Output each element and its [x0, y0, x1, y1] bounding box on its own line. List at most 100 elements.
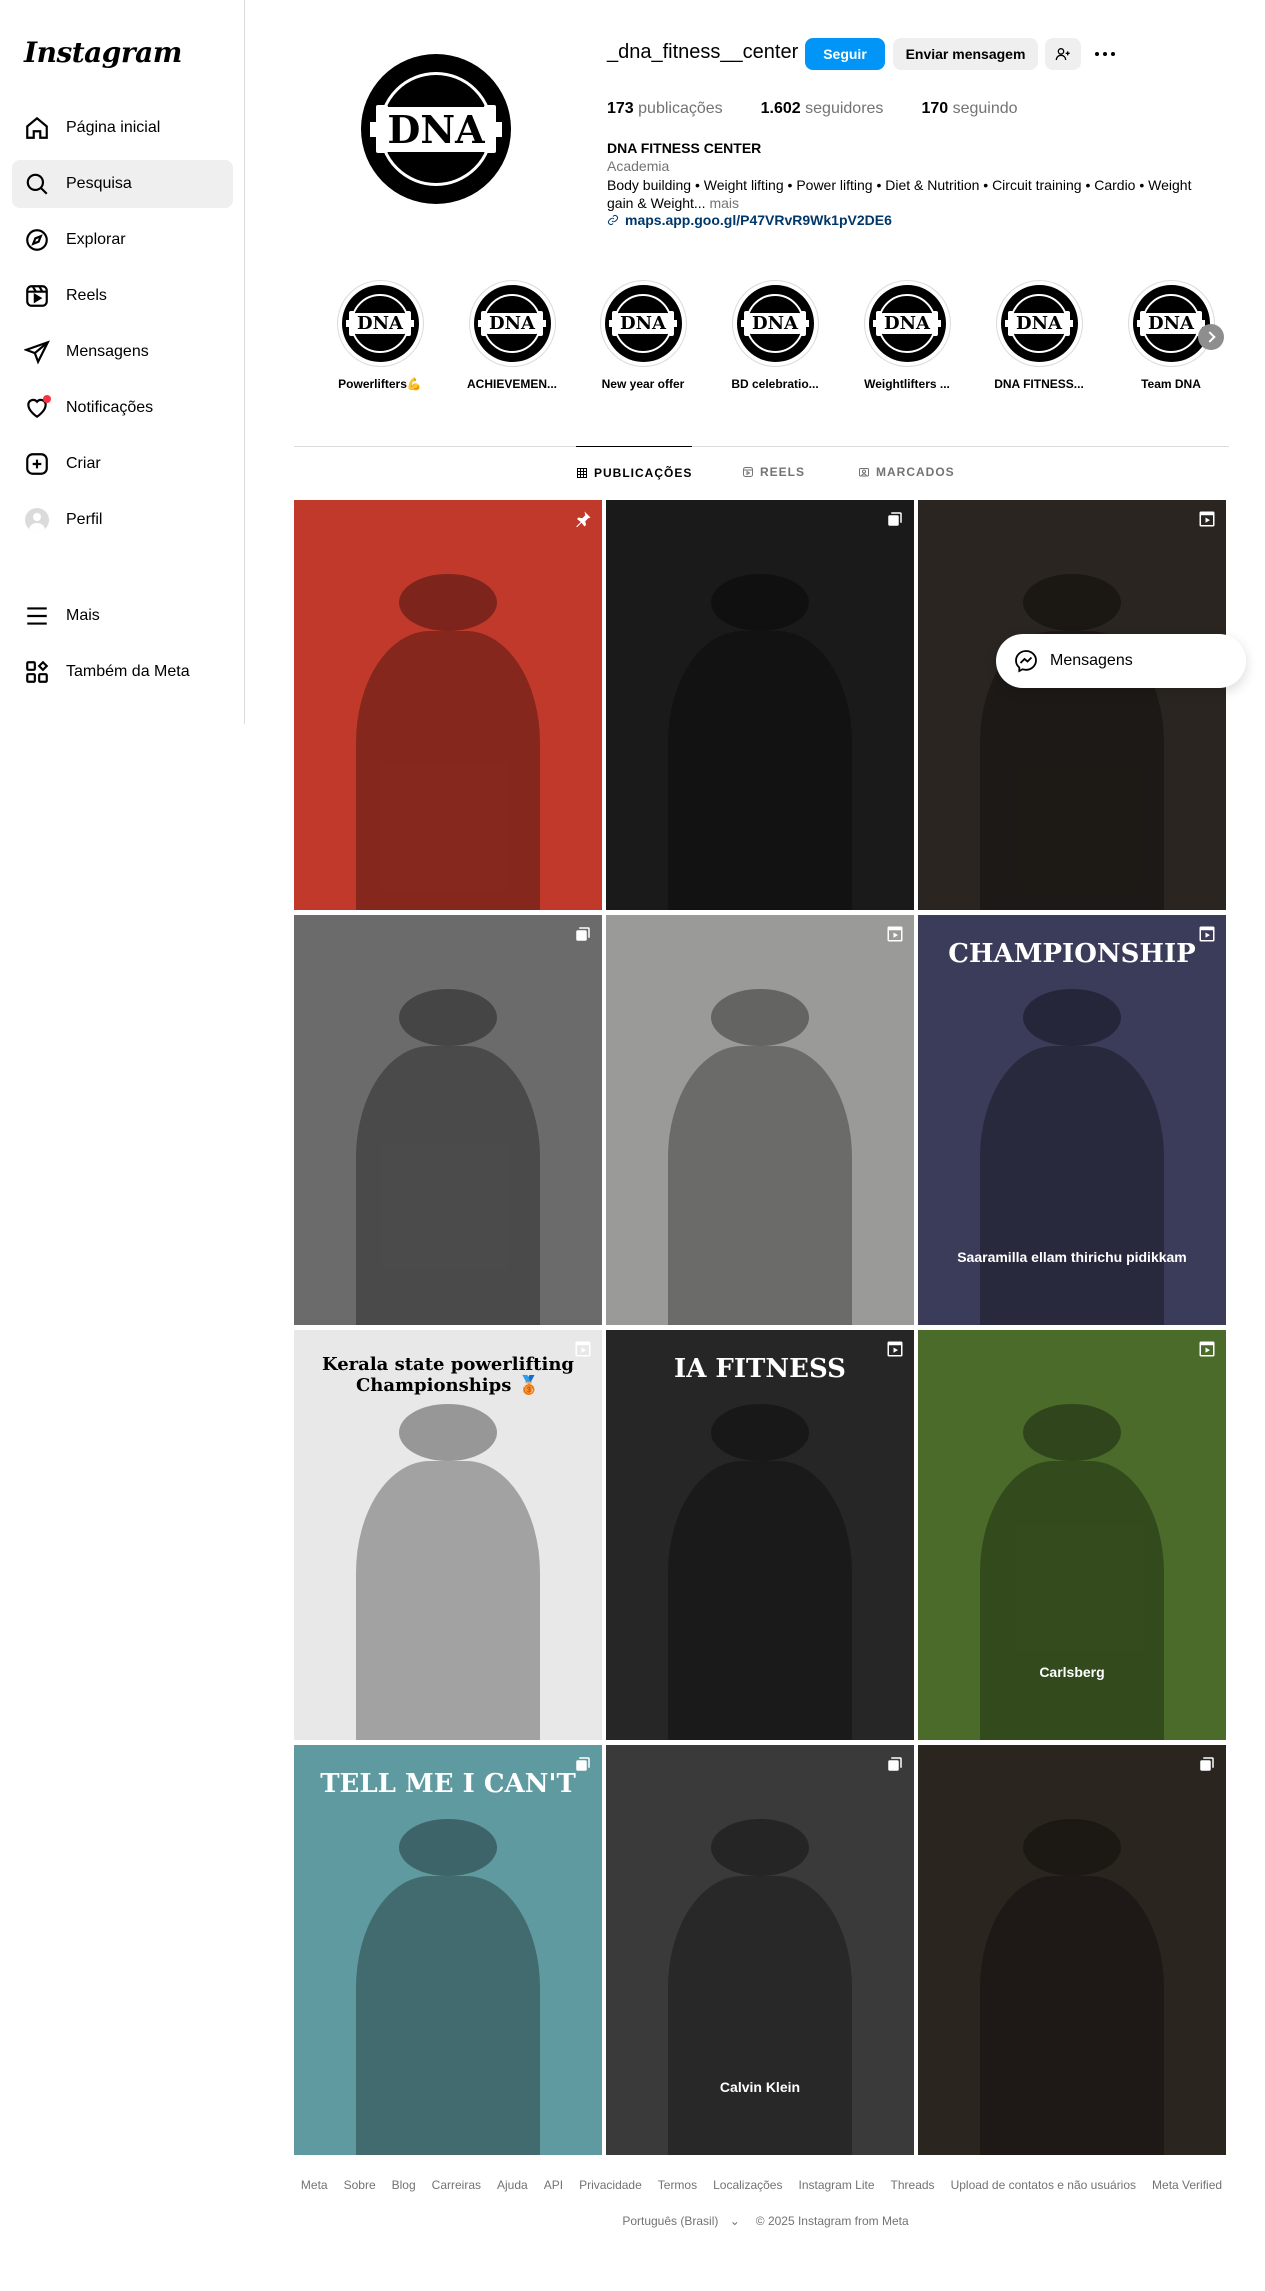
reel-icon [574, 1340, 592, 1358]
post-figure [979, 1461, 1165, 1740]
logo-text: DNA [747, 313, 803, 334]
post-thumbnail[interactable]: TELL ME I CAN'T [294, 1745, 602, 2155]
highlight-cover: DNA [336, 280, 424, 367]
highlight-cover: DNA [468, 280, 556, 367]
reel-icon [1198, 510, 1216, 528]
post-thumbnail[interactable] [918, 500, 1226, 910]
footer-link[interactable]: Sobre [344, 2178, 376, 2192]
profile-avatar[interactable]: DNA [361, 54, 511, 204]
tab-tagged[interactable]: MARCADOS [858, 446, 955, 498]
post-thumbnail[interactable]: Kerala state powerlifting Championships … [294, 1330, 602, 1740]
sidebar-item-label: Explorar [66, 231, 126, 248]
story-highlight[interactable]: DNA Weightlifters ... [857, 280, 957, 391]
footer-link[interactable]: API [544, 2178, 563, 2192]
footer-link[interactable]: Meta Verified [1152, 2178, 1222, 2192]
sidebar-item-search[interactable]: Pesquisa [12, 160, 233, 208]
post-thumbnail[interactable] [294, 500, 602, 910]
reel-icon [886, 1340, 904, 1358]
logo-text: DNA [615, 313, 671, 334]
highlight-cover: DNA [995, 280, 1083, 367]
logo-text: DNA [1143, 313, 1199, 334]
post-figure [1022, 1403, 1122, 1462]
logo-text: DNA [352, 313, 408, 334]
footer-link[interactable]: Upload de contatos e não usuários [951, 2178, 1136, 2192]
logo-text: DNA [1011, 313, 1067, 334]
instagram-logo[interactable]: Instagram [24, 36, 182, 69]
tab-posts[interactable]: PUBLICAÇÕES [576, 446, 693, 498]
post-figure [667, 1046, 853, 1325]
reel-icon [1198, 1340, 1216, 1358]
profile-link[interactable]: maps.app.goo.gl/P47VRvR9Wk1pV2DE6 [607, 212, 892, 228]
copyright: © 2025 Instagram from Meta [755, 2214, 909, 2228]
footer-link[interactable]: Privacidade [579, 2178, 642, 2192]
post-figure [979, 1876, 1165, 2155]
tab-reels[interactable]: REELS [742, 446, 805, 498]
highlights-next-button[interactable] [1198, 324, 1224, 350]
send-message-button[interactable]: Enviar mensagem [893, 38, 1038, 70]
footer-link[interactable]: Blog [392, 2178, 416, 2192]
post-figure [710, 988, 810, 1047]
footer-link[interactable]: Instagram Lite [798, 2178, 874, 2192]
carousel-icon [574, 1755, 592, 1773]
story-highlight[interactable]: DNA DNA FITNESS... [989, 280, 1089, 391]
link-icon [608, 215, 618, 225]
post-thumbnail[interactable]: IA FITNESS [606, 1330, 914, 1740]
bio-more-link[interactable]: mais [709, 195, 739, 211]
sidebar-item-label: Também da Meta [66, 663, 190, 680]
floating-messages-button[interactable]: Mensagens [996, 634, 1246, 688]
language-selector[interactable]: Português (Brasil) ⌄ [614, 2214, 739, 2228]
logo-text: DNA [383, 106, 489, 152]
sidebar-item-notifications[interactable]: Notificações [12, 384, 233, 432]
post-thumbnail[interactable]: Calvin Klein [606, 1745, 914, 2155]
reel-icon [1198, 925, 1216, 943]
grid-icon [577, 467, 587, 478]
footer-link[interactable]: Termos [658, 2178, 697, 2192]
post-figure [1022, 1818, 1122, 1877]
carousel-icon [886, 510, 904, 528]
avatar-icon [24, 507, 50, 533]
highlight-cover: DNA [1127, 280, 1215, 367]
story-highlight[interactable]: DNA Powerlifters💪 [330, 280, 430, 391]
sidebar-item-create[interactable]: Criar [12, 440, 233, 488]
sidebar-item-profile[interactable]: Perfil [12, 496, 233, 544]
footer-link[interactable]: Meta [301, 2178, 328, 2192]
sidebar-item-meta-apps[interactable]: Também da Meta [12, 648, 233, 696]
following-count[interactable]: 170 seguindo [921, 100, 1017, 118]
sidebar-item-home[interactable]: Página inicial [12, 104, 233, 152]
meta-apps-icon [24, 659, 50, 685]
post-thumbnail[interactable] [606, 915, 914, 1325]
post-thumbnail[interactable]: Carlsberg [918, 1330, 1226, 1740]
post-title: TELL ME I CAN'T [320, 1769, 576, 1799]
sidebar-item-messages[interactable]: Mensagens [12, 328, 233, 376]
more-options-button[interactable] [1092, 42, 1118, 66]
messenger-icon [1015, 650, 1037, 673]
story-highlight[interactable]: DNA New year offer [593, 280, 693, 391]
post-thumbnail[interactable] [918, 1745, 1226, 2155]
footer-link[interactable]: Ajuda [497, 2178, 528, 2192]
logo-text: DNA [484, 313, 540, 334]
suggest-user-button[interactable] [1045, 38, 1081, 70]
sidebar-item-explore[interactable]: Explorar [12, 216, 233, 264]
story-highlight[interactable]: DNA BD celebratio... [725, 280, 825, 391]
heart-icon [24, 395, 51, 421]
highlight-label: Weightlifters ... [864, 377, 950, 391]
post-thumbnail[interactable] [294, 915, 602, 1325]
follow-button[interactable]: Seguir [805, 38, 885, 70]
sidebar-item-more[interactable]: Mais [12, 592, 233, 640]
footer-link[interactable]: Localizações [713, 2178, 782, 2192]
post-thumbnail[interactable] [606, 500, 914, 910]
footer-link[interactable]: Carreiras [432, 2178, 481, 2192]
carousel-icon [886, 1755, 904, 1773]
post-thumbnail[interactable]: CHAMPIONSHIP Saaramilla ellam thirichu pi… [918, 915, 1226, 1325]
followers-count[interactable]: 1.602 seguidores [761, 100, 884, 118]
post-figure [1022, 573, 1122, 632]
post-title: Kerala state powerlifting Championships … [321, 1354, 575, 1396]
reel-icon [886, 925, 904, 943]
highlight-label: BD celebratio... [731, 377, 819, 391]
post-figure [979, 1046, 1165, 1325]
sidebar-item-label: Mais [66, 607, 100, 624]
floating-messages-label: Mensagens [1050, 652, 1133, 669]
footer-link[interactable]: Threads [891, 2178, 935, 2192]
story-highlight[interactable]: DNA ACHIEVEMEN... [462, 280, 562, 391]
sidebar-item-reels[interactable]: Reels [12, 272, 233, 320]
